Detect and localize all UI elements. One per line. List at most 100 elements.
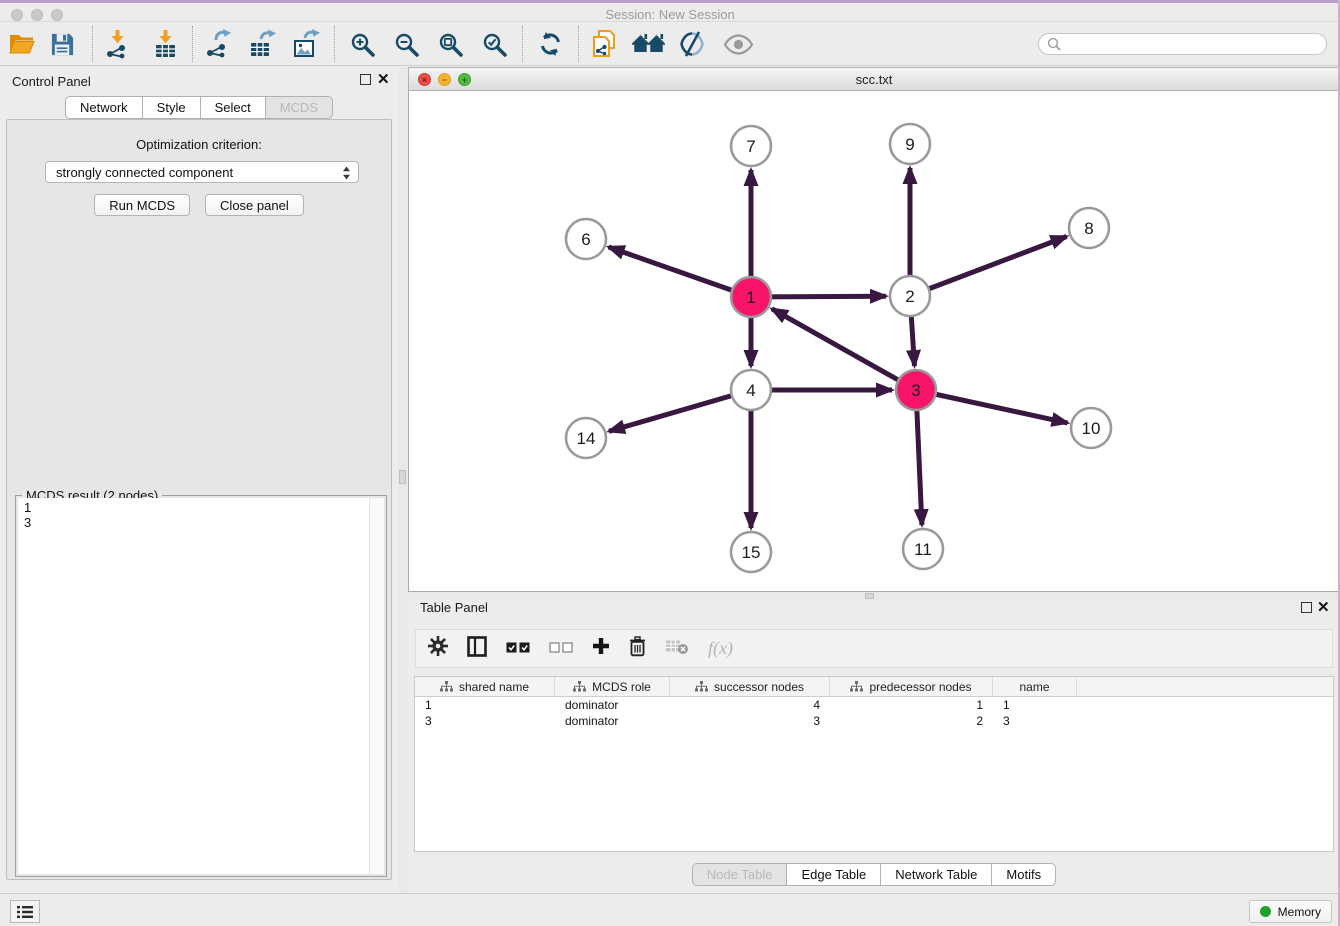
result-scrollbar[interactable] bbox=[369, 498, 384, 874]
edge-1-6[interactable] bbox=[609, 247, 751, 297]
select-all-button[interactable] bbox=[506, 640, 530, 658]
houses-button[interactable] bbox=[630, 28, 668, 60]
table-panel-tabs: Node Table Edge Table Network Table Moti… bbox=[408, 863, 1340, 886]
node-11[interactable]: 11 bbox=[903, 529, 943, 569]
node-9[interactable]: 9 bbox=[890, 124, 930, 164]
splitter-grip[interactable] bbox=[399, 470, 406, 484]
node-10[interactable]: 10 bbox=[1071, 408, 1111, 448]
edge-4-14[interactable] bbox=[609, 390, 751, 431]
node-3[interactable]: 3 bbox=[896, 370, 936, 410]
table-cell[interactable]: 3 bbox=[993, 714, 1077, 728]
node-1[interactable]: 1 bbox=[731, 277, 771, 317]
horizontal-splitter[interactable] bbox=[408, 592, 1340, 600]
export-table-button[interactable] bbox=[246, 28, 278, 60]
duplicate-network-icon bbox=[590, 29, 618, 59]
node-table-body: 1dominator4113dominator323 bbox=[415, 697, 1333, 729]
table-cell[interactable]: 2 bbox=[830, 714, 993, 728]
eye-button[interactable] bbox=[720, 28, 756, 60]
svg-text:9: 9 bbox=[905, 135, 914, 154]
column-header-shared-name[interactable]: shared name bbox=[415, 677, 555, 696]
network-graph[interactable]: 7 9 6 8 1 2 4 3 14 10 15 11 bbox=[409, 91, 1339, 591]
table-panel-float-button[interactable] bbox=[1301, 602, 1312, 613]
splitter-grip[interactable] bbox=[865, 593, 874, 599]
vertical-splitter[interactable] bbox=[398, 67, 408, 893]
open-file-button[interactable] bbox=[6, 28, 38, 60]
memory-label: Memory bbox=[1278, 905, 1321, 919]
add-column-button[interactable] bbox=[592, 637, 610, 660]
zoom-selected-button[interactable] bbox=[478, 28, 510, 60]
memory-button[interactable]: Memory bbox=[1249, 900, 1332, 923]
zoom-in-icon bbox=[349, 31, 376, 58]
graphics-details-button[interactable] bbox=[676, 28, 708, 60]
node-15[interactable]: 15 bbox=[731, 532, 771, 572]
node-2[interactable]: 2 bbox=[890, 276, 930, 316]
table-cell[interactable]: 1 bbox=[993, 698, 1077, 712]
column-header-successor-nodes[interactable]: successor nodes bbox=[670, 677, 830, 696]
table-cell[interactable]: dominator bbox=[555, 714, 670, 728]
export-network-button[interactable] bbox=[202, 28, 234, 60]
edge-2-8[interactable] bbox=[910, 237, 1067, 297]
table-row[interactable]: 3dominator323 bbox=[415, 713, 1333, 729]
eye-icon bbox=[723, 34, 754, 55]
edge-3-1[interactable] bbox=[772, 309, 916, 390]
node-7[interactable]: 7 bbox=[731, 126, 771, 166]
svg-text:14: 14 bbox=[577, 429, 596, 448]
table-cell[interactable]: 4 bbox=[670, 698, 830, 712]
deselect-all-button[interactable] bbox=[549, 640, 573, 658]
table-cell[interactable]: 1 bbox=[415, 698, 555, 712]
column-panel-button[interactable] bbox=[467, 636, 487, 662]
import-table-button[interactable] bbox=[150, 28, 182, 60]
tab-node-table[interactable]: Node Table bbox=[692, 863, 788, 886]
export-image-button[interactable] bbox=[290, 28, 322, 60]
node-4[interactable]: 4 bbox=[731, 370, 771, 410]
node-8[interactable]: 8 bbox=[1069, 208, 1109, 248]
edge-3-10[interactable] bbox=[916, 390, 1068, 423]
svg-text:10: 10 bbox=[1082, 419, 1101, 438]
zoom-in-button[interactable] bbox=[346, 28, 378, 60]
run-mcds-button[interactable]: Run MCDS bbox=[94, 194, 190, 216]
search-box[interactable] bbox=[1038, 33, 1327, 55]
refresh-button[interactable] bbox=[534, 28, 566, 60]
tab-mcds[interactable]: MCDS bbox=[265, 96, 333, 119]
tab-edge-table[interactable]: Edge Table bbox=[786, 863, 881, 886]
table-cell[interactable]: dominator bbox=[555, 698, 670, 712]
tab-style[interactable]: Style bbox=[142, 96, 201, 119]
svg-text:2: 2 bbox=[905, 287, 914, 306]
table-cell[interactable]: 3 bbox=[670, 714, 830, 728]
control-panel-float-button[interactable] bbox=[360, 74, 371, 85]
export-table-icon bbox=[247, 29, 277, 59]
delete-column-button[interactable] bbox=[629, 636, 646, 662]
network-canvas[interactable]: 7 9 6 8 1 2 4 3 14 10 15 11 bbox=[408, 91, 1340, 592]
criterion-select[interactable]: strongly connected component bbox=[45, 161, 359, 183]
plus-icon bbox=[592, 637, 610, 655]
table-cell[interactable]: 1 bbox=[830, 698, 993, 712]
column-header-name[interactable]: name bbox=[993, 677, 1077, 696]
delete-table-button[interactable] bbox=[665, 638, 689, 660]
node-14[interactable]: 14 bbox=[566, 418, 606, 458]
task-history-button[interactable] bbox=[10, 900, 40, 923]
search-input[interactable] bbox=[1061, 36, 1326, 52]
node-6[interactable]: 6 bbox=[566, 219, 606, 259]
function-builder-button[interactable]: f(x) bbox=[708, 638, 733, 659]
zoom-fit-button[interactable] bbox=[434, 28, 466, 60]
tab-motifs[interactable]: Motifs bbox=[991, 863, 1056, 886]
tab-network[interactable]: Network bbox=[65, 96, 143, 119]
table-toolbar: f(x) bbox=[415, 629, 1333, 668]
tab-network-table[interactable]: Network Table bbox=[880, 863, 992, 886]
table-row[interactable]: 1dominator411 bbox=[415, 697, 1333, 713]
zoom-out-button[interactable] bbox=[390, 28, 422, 60]
mcds-result-text[interactable]: 1 3 bbox=[18, 498, 370, 874]
duplicate-network-button[interactable] bbox=[588, 28, 620, 60]
control-panel-close-button[interactable]: ✕ bbox=[377, 74, 390, 86]
close-panel-button[interactable]: Close panel bbox=[205, 194, 304, 216]
eye-slash-icon bbox=[678, 30, 706, 58]
column-header-MCDS-role[interactable]: MCDS role bbox=[555, 677, 670, 696]
table-cell[interactable]: 3 bbox=[415, 714, 555, 728]
tab-select[interactable]: Select bbox=[200, 96, 266, 119]
table-panel-close-button[interactable]: ✕ bbox=[1317, 602, 1330, 614]
import-network-button[interactable] bbox=[102, 28, 134, 60]
save-session-button[interactable] bbox=[46, 28, 78, 60]
table-settings-button[interactable] bbox=[428, 636, 448, 661]
column-header-predecessor-nodes[interactable]: predecessor nodes bbox=[830, 677, 993, 696]
svg-text:15: 15 bbox=[742, 543, 761, 562]
